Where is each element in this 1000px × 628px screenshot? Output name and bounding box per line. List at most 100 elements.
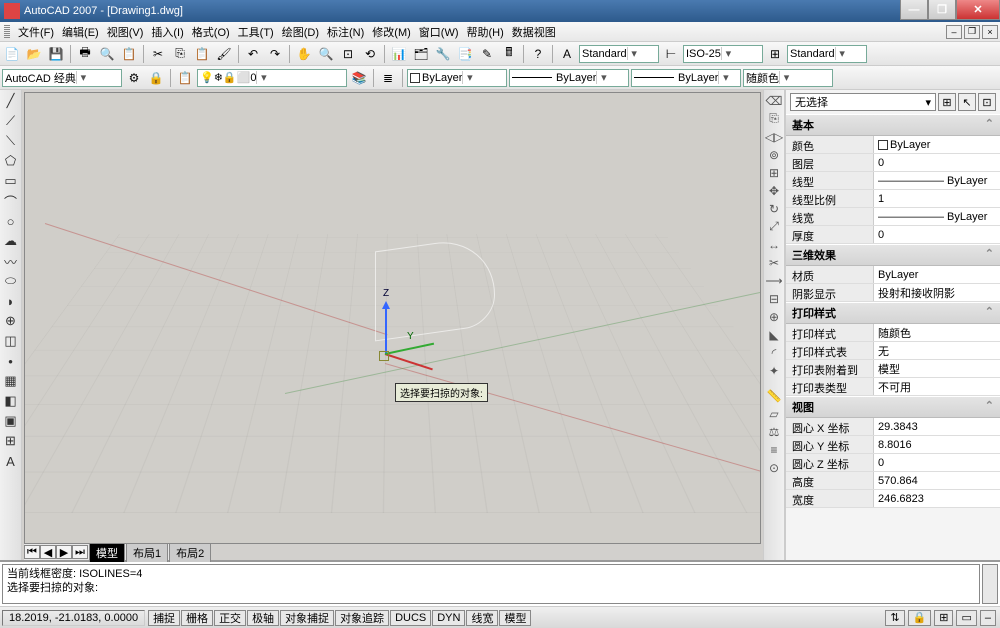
- clean-icon[interactable]: –: [980, 610, 996, 626]
- property-group-header[interactable]: 基本⌃: [786, 114, 1000, 136]
- pline-icon[interactable]: ⟍: [2, 132, 20, 150]
- rotate-icon[interactable]: ↻: [765, 200, 783, 217]
- trim-icon[interactable]: ✂: [765, 254, 783, 271]
- mtext-icon[interactable]: A: [2, 452, 20, 470]
- props-icon[interactable]: 📊: [389, 44, 409, 64]
- erase-icon[interactable]: ⌫: [765, 92, 783, 109]
- property-row[interactable]: 打印表附着到模型: [786, 360, 1000, 378]
- status-toggle[interactable]: 捕捉: [148, 610, 180, 626]
- menu-item[interactable]: 视图(V): [103, 22, 148, 42]
- doc-restore[interactable]: ❐: [964, 25, 980, 39]
- point-icon[interactable]: •: [2, 352, 20, 370]
- scrollbar[interactable]: [982, 564, 998, 604]
- dimstyle-combo[interactable]: ISO-25▾: [683, 45, 763, 63]
- ellipse-icon[interactable]: ⬭: [2, 272, 20, 290]
- area-icon[interactable]: ▱: [765, 405, 783, 422]
- layermanage-icon[interactable]: ≣: [378, 68, 398, 88]
- hatch-icon[interactable]: ▦: [2, 372, 20, 390]
- menu-item[interactable]: 工具(T): [234, 22, 278, 42]
- lineweight-combo[interactable]: ByLayer▾: [631, 69, 741, 87]
- property-row[interactable]: 圆心 Z 坐标0: [786, 454, 1000, 472]
- property-row[interactable]: 图层0: [786, 154, 1000, 172]
- menu-item[interactable]: 插入(I): [147, 22, 187, 42]
- array-icon[interactable]: ⊞: [765, 164, 783, 181]
- comm-icon[interactable]: ⇅: [885, 610, 904, 626]
- massprop-icon[interactable]: ⚖: [765, 423, 783, 440]
- save-icon[interactable]: 💾: [46, 44, 66, 64]
- property-row[interactable]: 高度570.864: [786, 472, 1000, 490]
- property-row[interactable]: 打印表类型不可用: [786, 378, 1000, 396]
- layout-tab[interactable]: 布局2: [169, 543, 211, 562]
- layerprev-icon[interactable]: 📚: [349, 68, 369, 88]
- status-toggle[interactable]: DUCS: [390, 610, 431, 626]
- property-row[interactable]: 颜色ByLayer: [786, 136, 1000, 154]
- color-combo[interactable]: ByLayer▾: [407, 69, 507, 87]
- polygon-icon[interactable]: ⬠: [2, 152, 20, 170]
- layerprops-icon[interactable]: 📋: [175, 68, 195, 88]
- scale-icon[interactable]: ⤢: [765, 218, 783, 235]
- tab-next-icon[interactable]: ▶: [56, 545, 72, 559]
- tablestyle-icon[interactable]: ⊞: [765, 44, 785, 64]
- property-group-header[interactable]: 三维效果⌃: [786, 244, 1000, 266]
- zoom-icon[interactable]: 🔍: [316, 44, 336, 64]
- gradient-icon[interactable]: ◧: [2, 392, 20, 410]
- maximize-button[interactable]: ❐: [928, 0, 956, 20]
- menu-item[interactable]: 文件(F): [14, 22, 58, 42]
- tool-icon[interactable]: 🔧: [433, 44, 453, 64]
- zoomprev-icon[interactable]: ⟲: [360, 44, 380, 64]
- menu-item[interactable]: 标注(N): [323, 22, 368, 42]
- property-row[interactable]: 线型—————— ByLayer: [786, 172, 1000, 190]
- stretch-icon[interactable]: ↔: [765, 236, 783, 253]
- ws-lock-icon[interactable]: 🔒: [146, 68, 166, 88]
- quickselect-icon[interactable]: ⊞: [938, 93, 956, 111]
- togglepick-icon[interactable]: ⊡: [978, 93, 996, 111]
- publish-icon[interactable]: 📋: [119, 44, 139, 64]
- selection-combo[interactable]: 无选择▾: [790, 93, 936, 111]
- property-row[interactable]: 厚度0: [786, 226, 1000, 244]
- plotcolor-combo[interactable]: 随颜色▾: [743, 69, 833, 87]
- property-row[interactable]: 宽度246.6823: [786, 490, 1000, 508]
- zoomwin-icon[interactable]: ⊡: [338, 44, 358, 64]
- tablestyle-combo[interactable]: Standard▾: [787, 45, 867, 63]
- dist-icon[interactable]: 📏: [765, 387, 783, 404]
- property-row[interactable]: 线宽—————— ByLayer: [786, 208, 1000, 226]
- status-toggle[interactable]: 栅格: [181, 610, 213, 626]
- paste-icon[interactable]: 📋: [192, 44, 212, 64]
- open-icon[interactable]: 📂: [24, 44, 44, 64]
- tab-prev-icon[interactable]: ◀: [40, 545, 56, 559]
- cut-icon[interactable]: ✂: [148, 44, 168, 64]
- preview-icon[interactable]: 🔍: [97, 44, 117, 64]
- region-icon[interactable]: ▣: [2, 412, 20, 430]
- tab-first-icon[interactable]: ⏮: [24, 545, 40, 559]
- menu-item[interactable]: 绘图(D): [278, 22, 323, 42]
- layer-combo[interactable]: 💡❄🔒⬜ 0▾: [197, 69, 347, 87]
- status-toggle[interactable]: 对象捕捉: [280, 610, 334, 626]
- rectangle-icon[interactable]: ▭: [2, 172, 20, 190]
- xline-icon[interactable]: ⟋: [2, 112, 20, 130]
- status-toggle[interactable]: DYN: [432, 610, 465, 626]
- chamfer-icon[interactable]: ◣: [765, 326, 783, 343]
- command-text[interactable]: 当前线框密度: ISOLINES=4 选择要扫掠的对象:: [2, 564, 980, 604]
- status-toggle[interactable]: 模型: [499, 610, 531, 626]
- status-toggle[interactable]: 正交: [214, 610, 246, 626]
- ws-settings-icon[interactable]: ⚙: [124, 68, 144, 88]
- insert-icon[interactable]: ⊕: [2, 312, 20, 330]
- property-row[interactable]: 线型比例1: [786, 190, 1000, 208]
- mirror-icon[interactable]: ◁▷: [765, 128, 783, 145]
- move-icon[interactable]: ✥: [765, 182, 783, 199]
- dimstyle-icon[interactable]: ⊢: [661, 44, 681, 64]
- ellipsearc-icon[interactable]: ◗: [2, 292, 20, 310]
- copy-icon[interactable]: ⎘: [765, 110, 783, 127]
- property-group-header[interactable]: 视图⌃: [786, 396, 1000, 418]
- undo-icon[interactable]: ↶: [243, 44, 263, 64]
- join-icon[interactable]: ⊕: [765, 308, 783, 325]
- menu-item[interactable]: 修改(M): [368, 22, 415, 42]
- calc-icon[interactable]: 🖩: [499, 44, 519, 64]
- property-row[interactable]: 材质ByLayer: [786, 266, 1000, 284]
- arc-icon[interactable]: ⌒: [2, 192, 20, 210]
- markup-icon[interactable]: ✎: [477, 44, 497, 64]
- coordinates[interactable]: 18.2019, -21.0183, 0.0000: [2, 610, 145, 626]
- selectobj-icon[interactable]: ↖: [958, 93, 976, 111]
- redo-icon[interactable]: ↷: [265, 44, 285, 64]
- property-row[interactable]: 圆心 X 坐标29.3843: [786, 418, 1000, 436]
